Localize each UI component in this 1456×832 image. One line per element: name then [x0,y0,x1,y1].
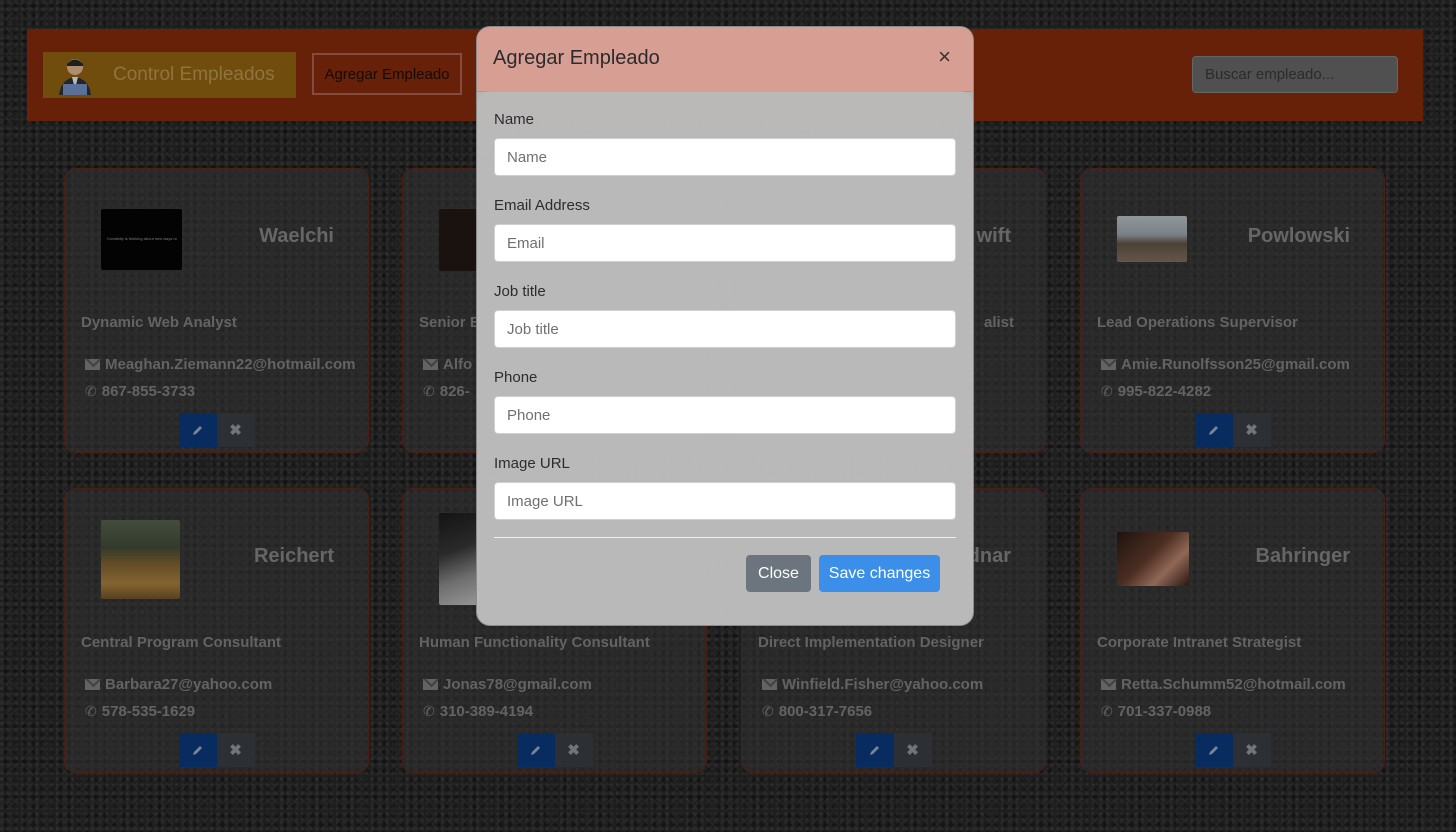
name-field[interactable] [494,138,956,176]
job-title-label: Job title [494,283,546,300]
modal-body: Name Email Address Job title Phone Image… [477,91,973,625]
modal-divider [494,537,956,538]
image-url-field[interactable] [494,482,956,520]
name-label: Name [494,111,535,128]
phone-label: Phone [494,369,538,386]
close-button[interactable]: Close [746,555,811,592]
modal-title: Agregar Empleado [493,47,660,69]
email-field[interactable] [494,224,956,262]
modal-header: Agregar Empleado × [477,27,973,92]
job-title-field[interactable] [494,310,956,348]
image-url-label: Image URL [494,455,570,472]
add-employee-modal: Agregar Empleado × Name Email Address Jo… [476,26,974,626]
close-icon[interactable]: × [932,45,957,69]
phone-field[interactable] [494,396,956,434]
email-label: Email Address [494,197,590,214]
save-changes-button[interactable]: Save changes [819,555,940,592]
